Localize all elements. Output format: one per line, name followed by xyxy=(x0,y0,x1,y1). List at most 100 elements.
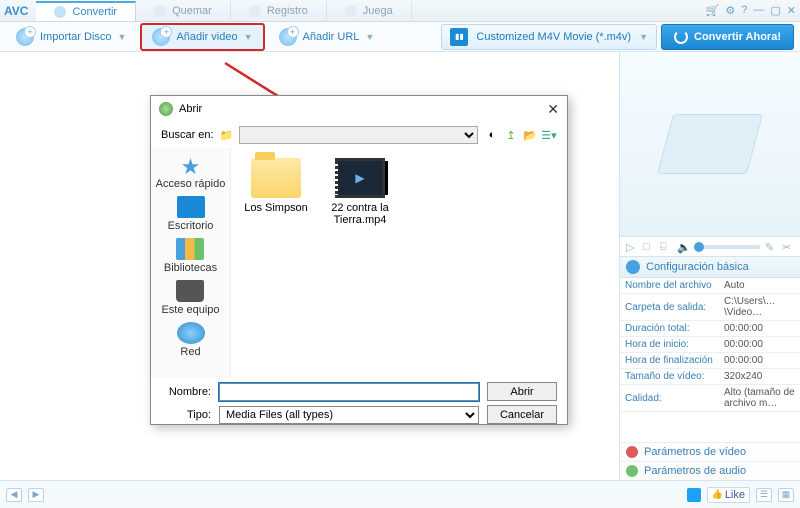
preview-area xyxy=(620,52,800,237)
tab-convertir[interactable]: Convertir xyxy=(36,1,136,21)
list-view-button[interactable]: ☰ xyxy=(756,488,772,502)
table-row: Calidad:Alto (tamaño de archivo m… xyxy=(620,385,800,412)
tab-quemar[interactable]: Quemar xyxy=(136,1,231,21)
add-video-button[interactable]: Añadir video▼ xyxy=(140,23,264,51)
dialog-sidebar: Acceso rápido Escritorio Bibliotecas Est… xyxy=(151,148,231,378)
audio-dot-icon xyxy=(626,465,638,477)
facebook-like-button[interactable]: 👍 Like xyxy=(707,487,750,503)
row-label: Parámetros de audio xyxy=(644,465,746,477)
cancel-button[interactable]: Cancelar xyxy=(487,405,557,424)
dialog-close-button[interactable]: ✕ xyxy=(547,101,559,118)
sidebar-item-acceso-rapido[interactable]: Acceso rápido xyxy=(156,154,226,190)
next-page-button[interactable]: ▶ xyxy=(28,488,44,502)
video-dot-icon xyxy=(626,446,638,458)
scissors-icon[interactable]: ✂ xyxy=(782,241,794,253)
btn-label: Añadir video xyxy=(176,31,237,43)
folder-location-select[interactable] xyxy=(239,126,478,144)
table-row: Hora de finalización00:00:00 xyxy=(620,353,800,369)
up-folder-icon[interactable]: ↥ xyxy=(503,127,519,143)
maximize-icon[interactable]: ▢ xyxy=(770,4,780,17)
folder-icon xyxy=(251,158,301,198)
video-thumbnail xyxy=(335,158,385,198)
table-row: Duración total:00:00:00 xyxy=(620,321,800,337)
register-icon xyxy=(249,5,261,17)
output-profile-select[interactable]: ▮▮Customized M4V Movie (*.m4v)▼ xyxy=(441,24,657,50)
sidebar-item-este-equipo[interactable]: Este equipo xyxy=(161,280,219,316)
sidebar-item-bibliotecas[interactable]: Bibliotecas xyxy=(164,238,217,274)
refresh-icon xyxy=(674,30,688,44)
computer-icon xyxy=(176,280,204,302)
table-row: Hora de inicio:00:00:00 xyxy=(620,337,800,353)
globe-icon xyxy=(159,102,173,116)
filename-input[interactable] xyxy=(219,383,479,401)
close-icon[interactable]: ✕ xyxy=(787,4,796,17)
tab-label: Juega xyxy=(363,5,393,17)
convert-now-button[interactable]: Convertir Ahora! xyxy=(661,24,794,50)
info-icon xyxy=(626,260,640,274)
volume-icon[interactable]: 🔈 xyxy=(677,241,689,253)
dialog-file-list[interactable]: Los Simpson 22 contra la Tierra.mp4 xyxy=(231,148,567,378)
btn-label: Convertir Ahora! xyxy=(694,31,781,43)
convert-icon xyxy=(54,6,66,18)
stop-icon[interactable]: □ xyxy=(643,241,655,253)
filmstrip-icon xyxy=(657,114,763,174)
tab-registro[interactable]: Registro xyxy=(231,1,327,21)
main-tabs: Convertir Quemar Registro Juega xyxy=(36,1,705,21)
prev-page-button[interactable]: ◀ xyxy=(6,488,22,502)
play-icon[interactable]: ▷ xyxy=(626,241,638,253)
back-icon[interactable]: ◐ xyxy=(484,127,500,143)
play-icon xyxy=(345,5,357,17)
sidebar-item-escritorio[interactable]: Escritorio xyxy=(168,196,214,232)
folder-icon: 📁 xyxy=(220,129,234,142)
open-button[interactable]: Abrir xyxy=(487,382,557,401)
twitter-icon[interactable] xyxy=(687,488,701,502)
dialog-footer: Nombre: Abrir Tipo: Media Files (all typ… xyxy=(151,378,567,428)
titlebar: AVC Convertir Quemar Registro Juega 🛒 ⚙ … xyxy=(0,0,800,22)
video-icon xyxy=(152,28,170,46)
tab-juega[interactable]: Juega xyxy=(327,1,412,21)
burn-icon xyxy=(154,5,166,17)
help-icon[interactable]: ? xyxy=(741,4,747,17)
gear-icon[interactable]: ⚙ xyxy=(725,4,735,17)
config-header: Configuración básica xyxy=(620,257,800,278)
profile-text: Customized M4V Movie (*.m4v) xyxy=(476,31,631,43)
audio-params-row[interactable]: Parámetros de audio xyxy=(620,461,800,480)
status-bar: ◀ ▶ 👍 Like ☰ ▦ xyxy=(0,480,800,508)
network-icon xyxy=(177,322,205,344)
dialog-title-text: Abrir xyxy=(179,103,202,115)
cart-icon[interactable]: 🛒 xyxy=(706,4,720,17)
disc-icon xyxy=(16,28,34,46)
btn-label: Añadir URL xyxy=(303,31,360,43)
file-item-folder[interactable]: Los Simpson xyxy=(241,158,311,214)
file-item-video[interactable]: 22 contra la Tierra.mp4 xyxy=(325,158,395,226)
preview-controls: ▷ □ ⍇ 🔈 ✎ ✂ xyxy=(620,237,800,257)
sidebar-item-red[interactable]: Red xyxy=(177,322,205,358)
window-controls: 🛒 ⚙ ? — ▢ ✕ xyxy=(706,4,796,17)
filetype-select[interactable]: Media Files (all types) xyxy=(219,406,479,424)
tab-label: Convertir xyxy=(72,6,117,18)
preview-slider[interactable] xyxy=(694,245,760,249)
views-icon[interactable]: ☰▾ xyxy=(541,127,557,143)
chevron-down-icon: ▼ xyxy=(365,32,374,42)
open-file-dialog: Abrir ✕ Buscar en: 📁 ◐ ↥ 📂 ☰▾ Acceso ráp… xyxy=(150,95,568,425)
minimize-icon[interactable]: — xyxy=(753,4,764,17)
globe-icon xyxy=(279,28,297,46)
row-label: Parámetros de vídeo xyxy=(644,446,746,458)
right-panel: ▷ □ ⍇ 🔈 ✎ ✂ Configuración básica Nombre … xyxy=(620,52,800,480)
new-folder-icon[interactable]: 📂 xyxy=(522,127,538,143)
edit-icon[interactable]: ✎ xyxy=(765,241,777,253)
chevron-down-icon: ▼ xyxy=(118,32,127,42)
libraries-icon xyxy=(176,238,204,260)
search-label: Buscar en: xyxy=(161,129,214,141)
star-icon xyxy=(177,154,205,176)
monitor-icon xyxy=(177,196,205,218)
import-disc-button[interactable]: Importar Disco▼ xyxy=(6,25,136,49)
add-url-button[interactable]: Añadir URL ▼ xyxy=(269,25,385,49)
toolbar: Importar Disco▼ Añadir video▼ Añadir URL… xyxy=(0,22,800,52)
config-table: Nombre del archivoAuto Carpeta de salida… xyxy=(620,278,800,412)
snapshot-icon[interactable]: ⍇ xyxy=(660,241,672,253)
video-params-row[interactable]: Parámetros de vídeo xyxy=(620,442,800,461)
type-label: Tipo: xyxy=(161,409,211,421)
grid-view-button[interactable]: ▦ xyxy=(778,488,794,502)
table-row: Tamaño de vídeo:320x240 xyxy=(620,369,800,385)
